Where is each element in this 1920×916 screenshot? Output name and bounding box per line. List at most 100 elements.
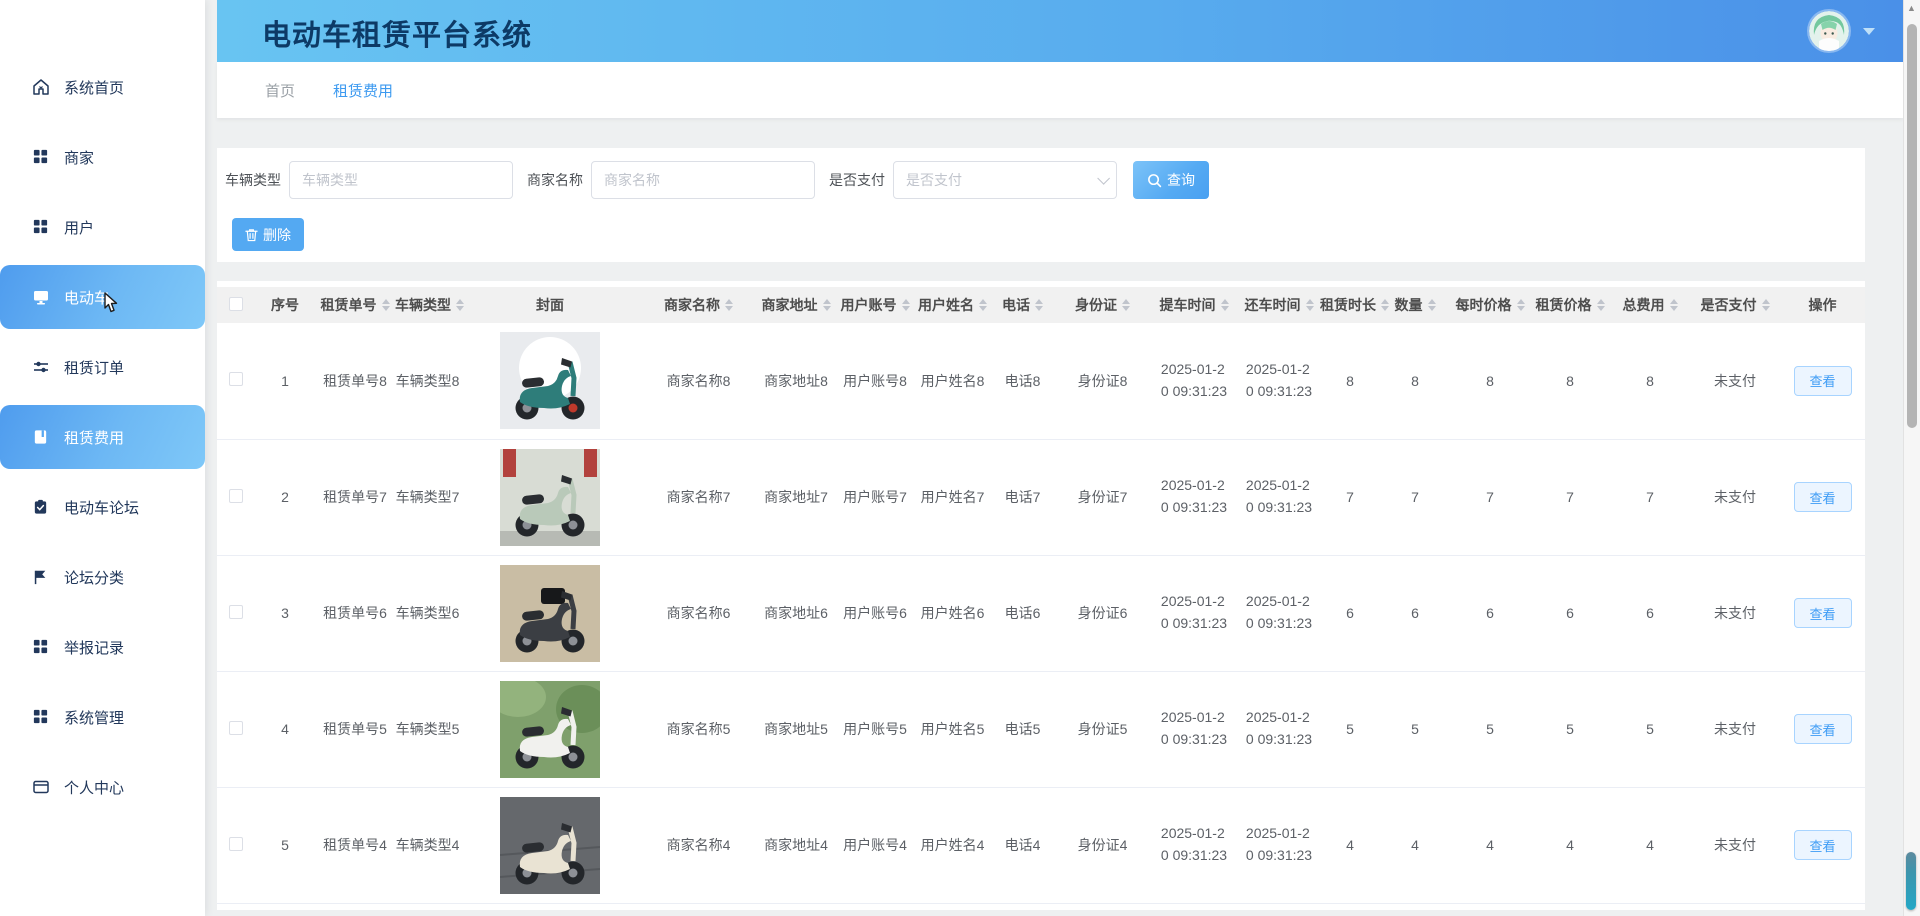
cell-hourly_price: 5 <box>1486 721 1494 737</box>
column-header-quantity[interactable]: 数量 <box>1380 287 1450 323</box>
sort-carets-icon[interactable] <box>1220 299 1229 311</box>
column-header-user_account[interactable]: 用户账号 <box>835 287 915 323</box>
view-button[interactable]: 查看 <box>1793 714 1852 744</box>
cell-action: 查看 <box>1780 323 1865 439</box>
cell-return_time: 2025-01-2 0 09:31:23 <box>1245 593 1313 631</box>
sidebar-item-2[interactable]: 用户 <box>0 192 205 262</box>
user-menu[interactable] <box>1809 11 1875 51</box>
column-header-hourly_price[interactable]: 每时价格 <box>1450 287 1530 323</box>
page-scrollbar[interactable]: ▲ <box>1903 0 1920 916</box>
cell-user_account: 用户账号8 <box>843 372 907 389</box>
view-button[interactable]: 查看 <box>1793 365 1852 396</box>
vehicle-cover-image <box>500 680 600 778</box>
cell-merchant_name: 商家名称7 <box>666 489 731 505</box>
tab-home[interactable]: 首页 <box>265 80 295 101</box>
cell-index: 1 <box>281 372 289 389</box>
sort-carets-icon[interactable] <box>1761 299 1770 311</box>
sidebar-item-7[interactable]: 论坛分类 <box>0 542 205 612</box>
cell-cover <box>460 323 640 439</box>
merchant-name-input[interactable] <box>591 161 815 199</box>
column-header-pickup_time[interactable]: 提车时间 <box>1150 287 1238 323</box>
sort-carets-icon[interactable] <box>1596 299 1605 311</box>
vehicle-cover-image <box>500 796 600 894</box>
select-all-checkbox[interactable] <box>229 296 243 311</box>
sidebar-item-10[interactable]: 个人中心 <box>0 752 205 822</box>
column-header-merchant_name[interactable]: 商家名称 <box>640 287 757 323</box>
home-icon <box>32 78 50 96</box>
sort-carets-icon[interactable] <box>822 299 831 311</box>
column-header-total_fee[interactable]: 总费用 <box>1610 287 1690 323</box>
cell-hourly_price <box>1450 903 1530 910</box>
row-checkbox[interactable] <box>229 836 243 851</box>
cell-return_time: 2025-01-2 0 09:31:23 <box>1245 709 1313 747</box>
sidebar-item-6[interactable]: 电动车论坛 <box>0 472 205 542</box>
row-checkbox[interactable] <box>229 720 243 735</box>
cell-pay_status: 未支付 <box>1714 605 1756 621</box>
column-header-user_name[interactable]: 用户姓名 <box>915 287 990 323</box>
row-checkbox[interactable] <box>229 604 243 619</box>
cell-duration: 6 <box>1346 605 1354 621</box>
sidebar-item-9[interactable]: 系统管理 <box>0 682 205 752</box>
sort-carets-icon[interactable] <box>1516 299 1525 311</box>
cell-action: 查看 <box>1780 439 1865 555</box>
row-checkbox[interactable] <box>229 372 243 387</box>
cell-hourly_price: 8 <box>1486 372 1494 389</box>
sidebar-item-label: 用户 <box>64 219 95 237</box>
sidebar-item-0[interactable]: 系统首页 <box>0 52 205 122</box>
sort-carets-icon[interactable] <box>901 299 910 311</box>
sort-carets-icon[interactable] <box>1669 299 1678 311</box>
user-avatar[interactable] <box>1809 11 1849 51</box>
view-button[interactable]: 查看 <box>1793 830 1852 860</box>
view-button[interactable]: 查看 <box>1793 482 1852 512</box>
sort-carets-icon[interactable] <box>1427 299 1436 311</box>
search-button[interactable]: 查询 <box>1133 161 1209 199</box>
row-checkbox[interactable] <box>229 488 243 503</box>
sort-carets-icon[interactable] <box>1381 299 1389 311</box>
scroll-up-arrow-icon[interactable]: ▲ <box>1907 3 1916 13</box>
column-header-pay_status[interactable]: 是否支付 <box>1690 287 1780 323</box>
sliders-icon <box>32 358 50 376</box>
sort-carets-icon[interactable] <box>979 299 987 311</box>
cell-duration: 8 <box>1346 372 1354 389</box>
app-root: 系统首页 商家 用户 电动车 租赁订单 租赁费用 电动车论坛 论坛分类 举报记录 系统管理 个人中心… <box>0 0 1920 916</box>
column-header-id_card[interactable]: 身份证 <box>1055 287 1150 323</box>
cell-merchant_name: 商家名称4 <box>666 837 731 853</box>
scrollbar-thumb[interactable] <box>1907 24 1917 428</box>
column-header-phone[interactable]: 电话 <box>990 287 1055 323</box>
cell-quantity <box>1380 903 1450 910</box>
sidebar: 系统首页 商家 用户 电动车 租赁订单 租赁费用 电动车论坛 论坛分类 举报记录 系统管理 个人中心 <box>0 0 205 916</box>
table-header-row: 序号 租赁单号 车辆类型 封面 商家名称 商家地址 用户账号 用户姓名 电话 身份证 提车时间 还车时… <box>217 287 1865 323</box>
sort-carets-icon[interactable] <box>381 299 390 311</box>
column-header-vehicle_type[interactable]: 车辆类型 <box>395 287 464 323</box>
tab-bar: 首页 租赁费用 <box>217 62 1903 118</box>
column-header-merchant_address[interactable]: 商家地址 <box>757 287 835 323</box>
sidebar-item-5[interactable]: 租赁费用 <box>0 405 205 469</box>
sort-carets-icon[interactable] <box>1035 299 1043 311</box>
sidebar-item-8[interactable]: 举报记录 <box>0 612 205 682</box>
sidebar-item-label: 系统管理 <box>64 709 125 727</box>
delete-button[interactable]: 删除 <box>232 218 304 251</box>
cell-phone: 电话7 <box>1004 489 1041 505</box>
pay-status-select[interactable]: 是否支付 <box>893 161 1117 199</box>
column-header-rental_price[interactable]: 租赁价格 <box>1530 287 1610 323</box>
tab-rental-fee[interactable]: 租赁费用 <box>333 80 393 101</box>
sort-carets-icon[interactable] <box>725 299 733 311</box>
sort-carets-icon[interactable] <box>1122 299 1130 311</box>
cell-merchant_name: 商家名称6 <box>666 605 731 621</box>
cell-merchant_address: 商家地址4 <box>764 837 828 853</box>
sort-carets-icon[interactable] <box>1305 299 1314 311</box>
cell-id_card: 身份证4 <box>1077 837 1128 853</box>
column-header-return_time[interactable]: 还车时间 <box>1238 287 1320 323</box>
vehicle-type-input[interactable] <box>289 161 513 199</box>
caret-down-icon[interactable] <box>1863 27 1875 35</box>
cell-user_account: 用户账号5 <box>843 721 907 737</box>
cell-index: 3 <box>281 605 289 621</box>
column-header-duration[interactable]: 租赁时长 <box>1320 287 1389 323</box>
cell-id_card <box>1055 903 1150 910</box>
sort-carets-icon[interactable] <box>456 299 464 311</box>
sidebar-item-1[interactable]: 商家 <box>0 122 205 192</box>
sidebar-item-4[interactable]: 租赁订单 <box>0 332 205 402</box>
view-button[interactable]: 查看 <box>1793 598 1852 628</box>
cell-vehicle_type: 车辆类型7 <box>395 489 460 505</box>
column-header-order_no[interactable]: 租赁单号 <box>315 287 395 323</box>
